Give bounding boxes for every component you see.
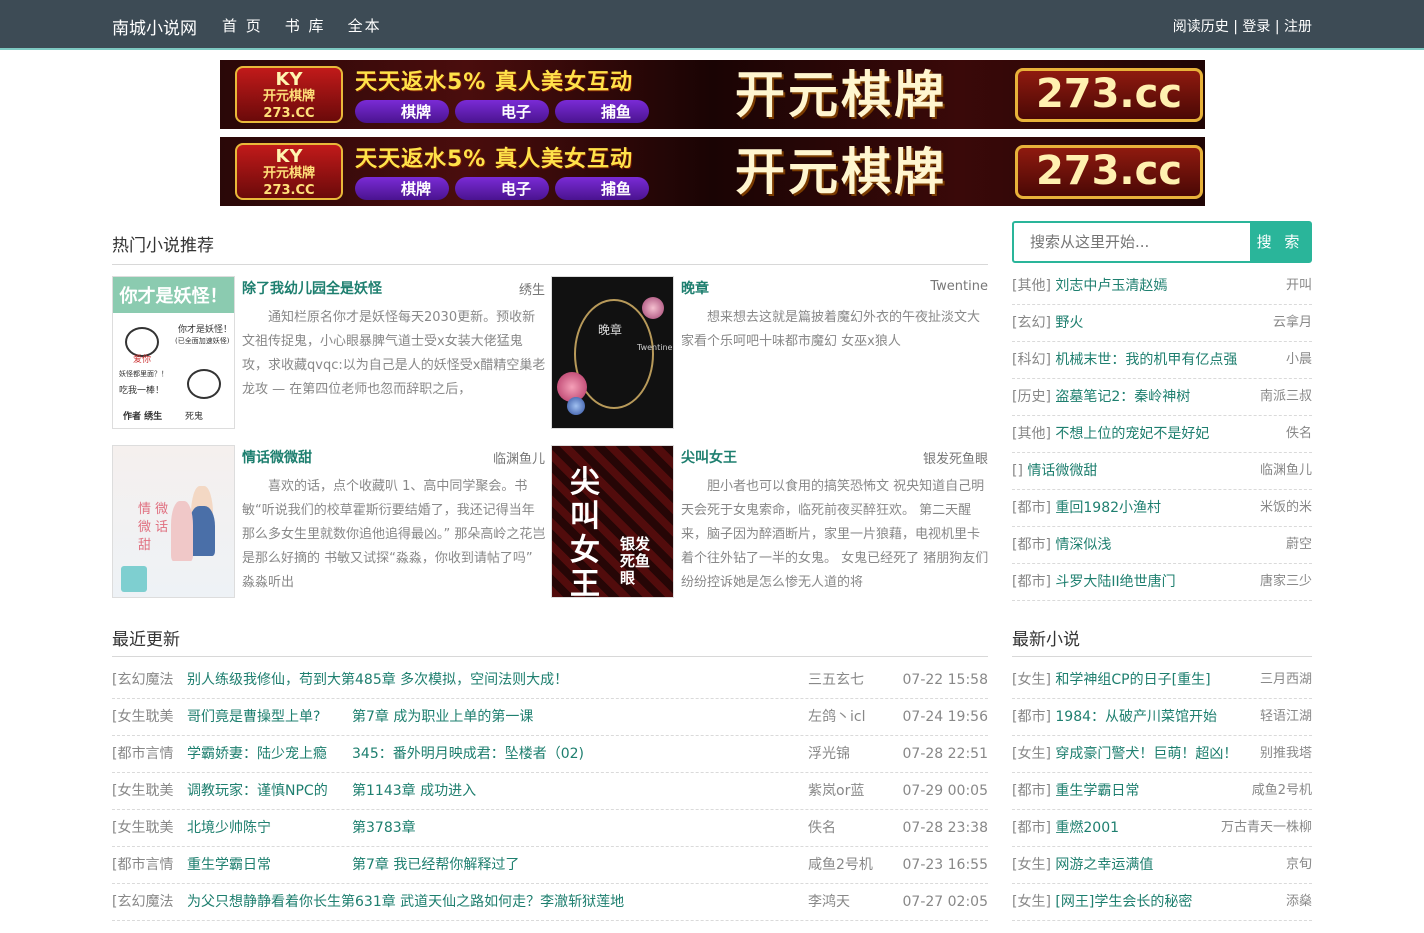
banner-logo: KY 开元棋牌 273.CC bbox=[235, 66, 343, 123]
table-row: [女生耽美 哥们竟是曹操型上单? 第7章 成为职业上单的第一课 左鸽丶icl 07-24… bbox=[112, 699, 988, 736]
hot-novel-card: 你才是妖怪！ 你才是妖怪！ (已全面加速妖怪) 爱你 妖怪都里面？！ 吃我一棒！… bbox=[112, 276, 545, 429]
book-title-link[interactable]: 情话微微甜 bbox=[242, 447, 312, 467]
book-description: 胆小者也可以食用的搞笑恐怖文 祝央知道自己明天会死于女鬼索命，临死前夜买醉狂欢。… bbox=[681, 479, 989, 590]
hot-section-title: 热门小说推荐 bbox=[112, 236, 214, 256]
recent-section-title: 最近更新 bbox=[112, 630, 180, 650]
latest-section-title: 最新小说 bbox=[1012, 630, 1080, 650]
book-link[interactable]: 调教玩家：谨慎NPC的 bbox=[187, 773, 328, 809]
book-title-link[interactable]: 尖叫女王 bbox=[681, 447, 737, 467]
nav-home[interactable]: 首 页 bbox=[222, 15, 263, 36]
table-row: [女生耽美 北境少帅陈宁 第3783章 佚名 07-28 23:38 bbox=[112, 810, 988, 847]
list-item[interactable]: [都市] 情深似浅 蔚空 bbox=[1012, 527, 1312, 564]
list-item[interactable]: [] 情话微微甜 临渊鱼儿 bbox=[1012, 453, 1312, 490]
banner-title: 开元棋牌 bbox=[735, 143, 947, 201]
hot-novel-card: 晚章 Twentine 晚章 Twentine 想来想去这就是篇披着魔幻外衣的午… bbox=[551, 276, 988, 429]
list-item[interactable]: [其他] 刘志中卢玉清赵嫣 开叫 bbox=[1012, 268, 1312, 305]
ad-banner[interactable]: KY 开元棋牌 273.CC 天天返水5% 真人美女互动 棋牌 电子 捕鱼 开元… bbox=[220, 60, 1205, 129]
banner-title: 开元棋牌 bbox=[735, 66, 947, 124]
book-title-link[interactable]: 除了我幼儿园全是妖怪 bbox=[242, 278, 382, 298]
table-row: [女生耽美 调教玩家：谨慎NPC的 第1143章 成功进入 紫岚or蓝 07-29 00… bbox=[112, 773, 988, 810]
side-hot-list: [其他] 刘志中卢玉清赵嫣 开叫 [玄幻] 野火 云拿月 [科幻] 机械末世：我的机… bbox=[1012, 268, 1312, 601]
banner-pill: 捕鱼 bbox=[555, 100, 650, 123]
book-link[interactable]: 为父只想静静看着你长生第631章 武道天仙之路如何走？李澈斩狱莲地 bbox=[187, 884, 624, 920]
divider bbox=[1012, 656, 1312, 657]
book-link[interactable]: 北境少帅陈宁 bbox=[187, 810, 271, 846]
table-row: [都市言情 重生学霸日常 第7章 我已经帮你解释过了 咸鱼2号机 07-23 16:55 bbox=[112, 847, 988, 884]
list-item[interactable]: [都市] 重回1982小渔村 米饭的米 bbox=[1012, 490, 1312, 527]
latest-novels-list: [女生] 和学神组CP的日子[重生] 三月西湖 [都市] 1984：从破产川菜馆开… bbox=[1012, 662, 1312, 921]
list-item[interactable]: [女生] 穿成豪门警犬！巨萌！超凶！ 别推我塔 bbox=[1012, 736, 1312, 773]
banner-pill: 电子 bbox=[455, 100, 550, 123]
book-description: 想来想去这就是篇披着魔幻外衣的午夜扯淡文大家看个乐呵吧十味都市魔幻 女巫x狼人 bbox=[681, 310, 981, 349]
book-link[interactable]: 哥们竟是曹操型上单? bbox=[187, 699, 320, 735]
banner-pill: 电子 bbox=[455, 177, 550, 200]
search-input[interactable] bbox=[1014, 223, 1252, 261]
banner-pill: 捕鱼 bbox=[555, 177, 650, 200]
list-item[interactable]: [玄幻] 野火 云拿月 bbox=[1012, 305, 1312, 342]
banner-pill: 棋牌 bbox=[355, 100, 450, 123]
table-row: [玄幻魔法 别人练级我修仙，苟到大第485章 多次模拟，空间法则大成！ 三五玄七 07… bbox=[112, 662, 988, 699]
book-author: 银发死鱼眼 bbox=[922, 452, 988, 467]
book-cover[interactable]: 晚章 Twentine bbox=[551, 276, 674, 429]
banner-slogan: 天天返水5% 真人美女互动 bbox=[355, 70, 634, 95]
divider bbox=[112, 656, 988, 657]
nav-complete[interactable]: 全本 bbox=[348, 15, 382, 36]
chapter-link[interactable]: 第7章 成为职业上单的第一课 bbox=[352, 699, 533, 735]
book-cover[interactable]: 尖 叫 女 王 银发 死鱼眼 bbox=[551, 445, 674, 598]
list-item[interactable]: [都市] 斗罗大陆II绝世唐门 唐家三少 bbox=[1012, 564, 1312, 601]
list-item[interactable]: [科幻] 机械末世：我的机甲有亿点强 小晨 bbox=[1012, 342, 1312, 379]
nav-library[interactable]: 书 库 bbox=[285, 15, 326, 36]
book-author: 绣生 bbox=[518, 283, 545, 298]
list-item[interactable]: [历史] 盗墓笔记2：秦岭神树 南派三叔 bbox=[1012, 379, 1312, 416]
book-link[interactable]: 学霸娇妻：陆少宠上瘾 bbox=[187, 736, 327, 772]
banner-slogan-area: 天天返水5% 真人美女互动 棋牌 电子 捕鱼 bbox=[355, 64, 730, 126]
banner-slogan-area: 天天返水5% 真人美女互动 棋牌 电子 捕鱼 bbox=[355, 141, 730, 203]
list-item[interactable]: [都市] 1984：从破产川菜馆开始 轻语江湖 bbox=[1012, 699, 1312, 736]
list-item[interactable]: [女生] [网王]学生会长的秘密 添燊 bbox=[1012, 884, 1312, 921]
chapter-link[interactable]: 345：番外明月映成君：坠楼者（02) bbox=[352, 736, 584, 772]
banner-pill: 棋牌 bbox=[355, 177, 450, 200]
recent-updates-table: [玄幻魔法 别人练级我修仙，苟到大第485章 多次模拟，空间法则大成！ 三五玄七 07… bbox=[112, 662, 988, 921]
table-row: [都市言情 学霸娇妻：陆少宠上瘾 345：番外明月映成君：坠楼者（02) 浮光锦 07-… bbox=[112, 736, 988, 773]
book-author: 临渊鱼儿 bbox=[492, 452, 545, 467]
user-links[interactable]: 阅读历史 | 登录 | 注册 bbox=[1173, 16, 1312, 36]
divider bbox=[112, 264, 988, 265]
list-item[interactable]: [都市] 重生学霸日常 咸鱼2号机 bbox=[1012, 773, 1312, 810]
search-form: 搜 索 bbox=[1012, 221, 1312, 263]
book-cover[interactable]: 情 微 微 话 甜 bbox=[112, 445, 235, 598]
top-navbar: 南城小说网 首 页 书 库 全本 阅读历史 | 登录 | 注册 bbox=[0, 0, 1424, 50]
site-logo-link[interactable]: 南城小说网 bbox=[112, 14, 197, 39]
banner-url: 273.cc bbox=[1015, 68, 1203, 122]
list-item[interactable]: [都市] 重燃2001 万古青天一株柳 bbox=[1012, 810, 1312, 847]
chapter-link[interactable]: 第1143章 成功进入 bbox=[352, 773, 476, 809]
chapter-link[interactable]: 第3783章 bbox=[352, 810, 416, 846]
list-item[interactable]: [女生] 和学神组CP的日子[重生] 三月西湖 bbox=[1012, 662, 1312, 699]
book-description: 通知栏原名你才是妖怪每天2030更新。预收新文祖传捉鬼，小心眼暴脾气道士受x女装… bbox=[242, 310, 546, 397]
book-link[interactable]: 重生学霸日常 bbox=[187, 847, 271, 883]
book-author: Twentine bbox=[930, 279, 988, 294]
book-link[interactable]: 别人练级我修仙，苟到大第485章 多次模拟，空间法则大成！ bbox=[187, 662, 568, 698]
banner-slogan: 天天返水5% 真人美女互动 bbox=[355, 147, 634, 172]
hot-novel-card: 情 微 微 话 甜 情话微微甜 临渊鱼儿 喜欢的话，点个收藏叭 1、高中同学聚会… bbox=[112, 445, 545, 598]
book-description: 喜欢的话，点个收藏叭 1、高中同学聚会。书敏“听说我们的校草霍斯衍要结婚了，我还… bbox=[242, 479, 546, 590]
table-row: [玄幻魔法 为父只想静静看着你长生第631章 武道天仙之路如何走？李澈斩狱莲地 李鸿… bbox=[112, 884, 988, 921]
banner-logo: KY 开元棋牌 273.CC bbox=[235, 143, 343, 200]
search-button[interactable]: 搜 索 bbox=[1250, 223, 1310, 261]
hot-novel-card: 尖 叫 女 王 银发 死鱼眼 尖叫女王 银发死鱼眼 胆小者也可以食用的搞笑恐怖文… bbox=[551, 445, 988, 598]
ad-banner[interactable]: KY 开元棋牌 273.CC 天天返水5% 真人美女互动 棋牌 电子 捕鱼 开元… bbox=[220, 137, 1205, 206]
main-nav: 首 页 书 库 全本 bbox=[222, 15, 382, 36]
chapter-link[interactable]: 第7章 我已经帮你解释过了 bbox=[352, 847, 519, 883]
book-cover[interactable]: 你才是妖怪！ 你才是妖怪！ (已全面加速妖怪) 爱你 妖怪都里面？！ 吃我一棒！… bbox=[112, 276, 235, 429]
list-item[interactable]: [其他] 不想上位的宠妃不是好妃 佚名 bbox=[1012, 416, 1312, 453]
list-item[interactable]: [女生] 网游之幸运满值 京旬 bbox=[1012, 847, 1312, 884]
book-title-link[interactable]: 晚章 bbox=[681, 278, 709, 298]
banner-url: 273.cc bbox=[1015, 145, 1203, 199]
